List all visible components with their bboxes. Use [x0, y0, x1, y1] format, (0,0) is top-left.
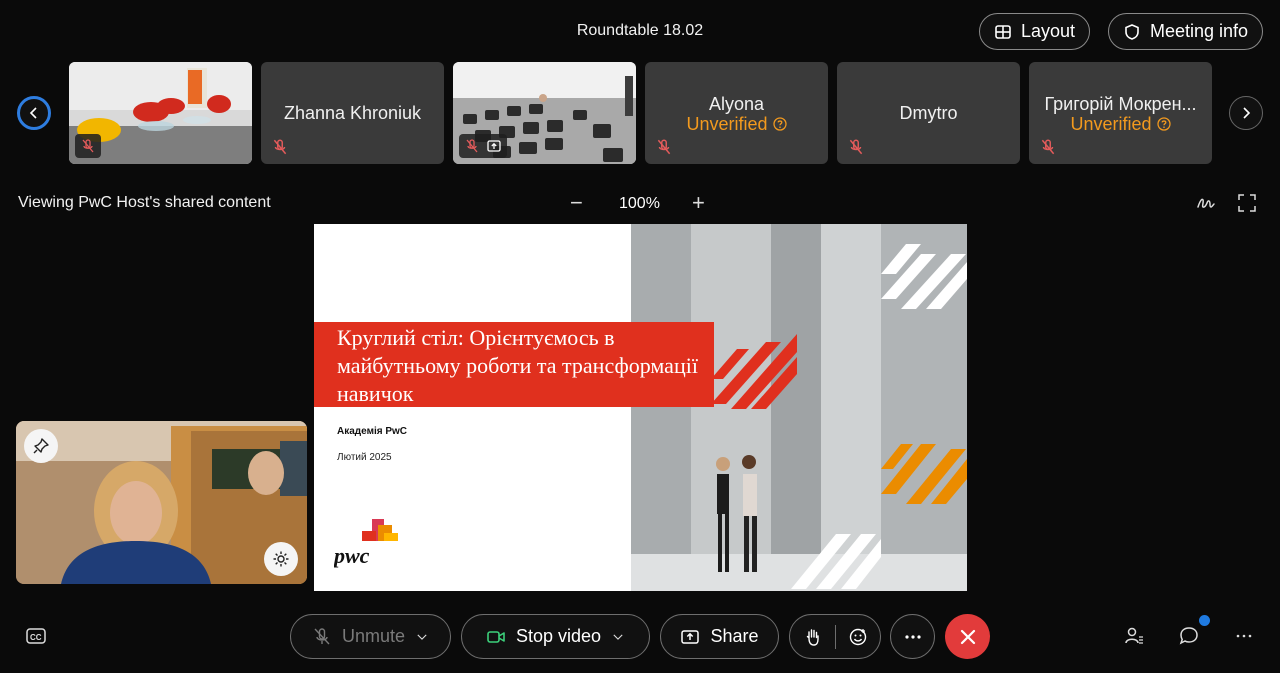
mic-off-icon [657, 139, 671, 155]
close-icon [960, 629, 975, 644]
chevron-left-icon [29, 107, 37, 119]
zoom-in-button[interactable]: + [692, 190, 705, 216]
pin-button[interactable] [24, 429, 58, 463]
overflow-menu-icon[interactable] [1233, 625, 1255, 647]
meeting-info-label: Meeting info [1150, 21, 1249, 41]
participant-name: Zhanna Khroniuk [283, 103, 422, 123]
participant-name: Dmytro [899, 103, 958, 123]
share-button[interactable]: Share [660, 614, 779, 659]
fullscreen-icon[interactable] [1236, 192, 1258, 214]
participant-tile[interactable]: Zhanna Khroniuk [261, 62, 444, 164]
raise-hand-icon[interactable] [803, 627, 823, 647]
chevron-down-icon[interactable] [415, 630, 429, 644]
mic-off-icon [314, 627, 330, 644]
participant-tile-video-sharing[interactable] [453, 62, 636, 164]
shared-slide: Круглий стіл: Орієнтуємось в майбутньому… [314, 224, 967, 591]
slide-date: Лютий 2025 [337, 452, 392, 463]
pwc-logo: pwc [334, 519, 398, 568]
shield-icon [1125, 23, 1139, 40]
meeting-info-button[interactable]: Meeting info [1108, 13, 1264, 50]
mic-status-chip [75, 134, 101, 158]
unmute-label: Unmute [341, 626, 406, 646]
previous-participants-button[interactable] [17, 96, 51, 130]
reactions-group [789, 614, 881, 659]
participant-tile[interactable]: Григорій Мокрен... Unverified [1029, 62, 1212, 164]
mic-off-icon [82, 139, 94, 153]
participant-tile-video[interactable] [69, 62, 252, 164]
emoji-reaction-icon[interactable] [848, 627, 868, 647]
unverified-label: Unverified [686, 114, 768, 134]
video-settings-button[interactable] [264, 542, 298, 576]
unverified-label: Unverified [1070, 114, 1152, 134]
unverified-badge: Unverified [645, 114, 828, 135]
share-toolbar: Viewing PwC Host's shared content − 100%… [0, 190, 1280, 218]
participant-strip: Zhanna Khroniuk Alyona Unverified Dmytro… [0, 62, 1280, 166]
screen-share-icon [487, 140, 501, 152]
more-options-button[interactable] [890, 614, 935, 659]
grid-layout-icon [995, 24, 1011, 39]
stop-video-label: Stop video [515, 626, 602, 646]
mic-off-icon [466, 139, 478, 153]
stop-video-button[interactable]: Stop video [461, 614, 650, 659]
self-view-video[interactable] [16, 421, 307, 584]
divider [834, 624, 836, 649]
zoom-level: 100% [619, 195, 660, 212]
zoom-out-button[interactable]: − [570, 190, 583, 216]
chat-icon[interactable] [1178, 625, 1200, 647]
layout-label: Layout [1021, 21, 1076, 41]
layout-button[interactable]: Layout [979, 13, 1091, 50]
mic-off-icon [273, 139, 287, 155]
participant-tile[interactable]: Alyona Unverified [645, 62, 828, 164]
chevron-right-icon [1243, 107, 1251, 119]
svg-text:CC: CC [30, 633, 42, 642]
chat-notification-dot [1199, 615, 1210, 626]
title-bar: Roundtable 18.02 Layout Meeting info [0, 0, 1280, 62]
gear-icon [273, 551, 289, 567]
more-icon [904, 634, 921, 639]
participant-name: Григорій Мокрен... [1044, 94, 1197, 114]
participant-name: Alyona [708, 94, 765, 114]
meeting-controls: CC Unmute Stop video Share [0, 610, 1280, 662]
leave-meeting-button[interactable] [945, 614, 990, 659]
status-chip [459, 134, 507, 158]
help-circle-icon [772, 117, 787, 131]
unverified-badge: Unverified [1029, 114, 1212, 135]
slide-title: Круглий стіл: Орієнтуємось в майбутньому… [337, 325, 698, 406]
unmute-button[interactable]: Unmute [290, 614, 451, 659]
mic-off-icon [849, 139, 863, 155]
shared-content-label: Viewing PwC Host's shared content [18, 194, 271, 211]
participants-icon[interactable] [1123, 625, 1145, 647]
slide-subtitle: Академія PwC [337, 426, 408, 437]
chevron-down-icon[interactable] [611, 630, 625, 644]
share-screen-icon [681, 629, 700, 644]
video-camera-icon [487, 630, 505, 643]
participant-tile[interactable]: Dmytro [837, 62, 1020, 164]
mic-off-icon [1041, 139, 1055, 155]
closed-captions-icon[interactable]: CC [25, 625, 47, 647]
help-circle-icon [1156, 117, 1171, 131]
annotate-icon[interactable] [1195, 192, 1217, 214]
share-label: Share [710, 626, 759, 646]
next-participants-button[interactable] [1229, 96, 1263, 130]
pin-icon [33, 438, 49, 454]
pwc-logo-text: pwc [334, 543, 370, 568]
